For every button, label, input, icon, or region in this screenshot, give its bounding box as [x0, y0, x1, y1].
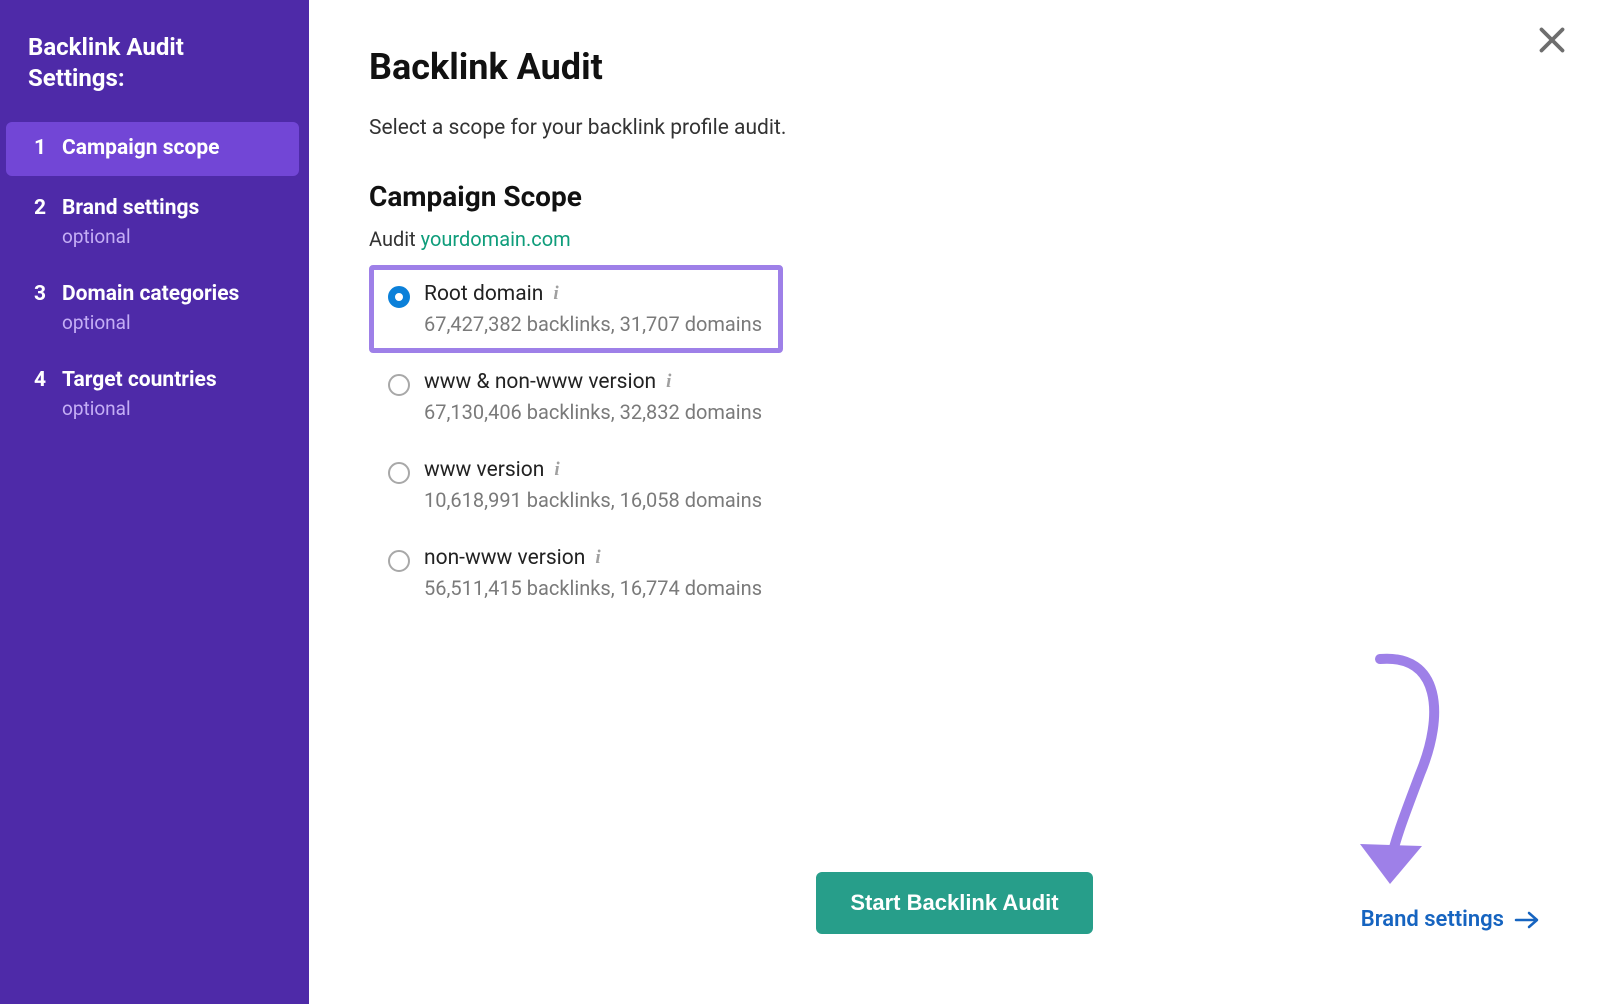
radio-unselected-icon	[388, 462, 410, 484]
scope-option-label: www version	[424, 458, 544, 482]
sidebar-item-campaign-scope[interactable]: 1 Campaign scope	[6, 122, 299, 175]
footer: Start Backlink Audit Brand settings	[369, 872, 1540, 974]
scope-option-stats: 10,618,991 backlinks, 16,058 domains	[424, 488, 762, 512]
page-description: Select a scope for your backlink profile…	[369, 116, 1540, 140]
scope-option-stats: 67,130,406 backlinks, 32,832 domains	[424, 400, 762, 424]
scope-option-label: non-www version	[424, 546, 585, 570]
sidebar-item-num: 1	[34, 136, 48, 161]
radio-selected-icon	[388, 286, 410, 308]
annotation-arrow-icon	[1310, 644, 1470, 904]
next-step-label: Brand settings	[1361, 907, 1504, 932]
scope-option-root-domain[interactable]: Root domain i 67,427,382 backlinks, 31,7…	[369, 265, 783, 353]
sidebar-item-sublabel: optional	[62, 397, 217, 420]
radio-unselected-icon	[388, 374, 410, 396]
audit-prefix: Audit	[369, 227, 421, 251]
section-heading: Campaign Scope	[369, 180, 1540, 213]
scope-option-stats: 67,427,382 backlinks, 31,707 domains	[424, 312, 762, 336]
sidebar-item-num: 2	[34, 196, 48, 221]
arrow-right-icon	[1514, 911, 1540, 929]
info-icon[interactable]: i	[595, 547, 600, 569]
page-title: Backlink Audit	[369, 46, 1540, 88]
close-icon	[1534, 22, 1570, 58]
scope-option-www-nonwww[interactable]: www & non-www version i 67,130,406 backl…	[369, 353, 783, 441]
sidebar-item-brand-settings[interactable]: 2 Brand settings optional	[6, 182, 299, 262]
sidebar-item-label: Domain categories	[62, 282, 239, 307]
sidebar-item-label: Campaign scope	[62, 136, 220, 161]
sidebar-item-num: 3	[34, 282, 48, 307]
sidebar-item-domain-categories[interactable]: 3 Domain categories optional	[6, 268, 299, 348]
scope-options: Root domain i 67,427,382 backlinks, 31,7…	[369, 265, 1540, 617]
scope-option-label: Root domain	[424, 282, 543, 306]
scope-option-label: www & non-www version	[424, 370, 656, 394]
sidebar-item-label: Brand settings	[62, 196, 199, 221]
audit-line: Audit yourdomain.com	[369, 227, 1540, 251]
close-button[interactable]	[1534, 22, 1570, 58]
sidebar-item-label: Target countries	[62, 368, 217, 393]
scope-option-www[interactable]: www version i 10,618,991 backlinks, 16,0…	[369, 441, 783, 529]
info-icon[interactable]: i	[553, 283, 558, 305]
scope-option-stats: 56,511,415 backlinks, 16,774 domains	[424, 576, 762, 600]
sidebar-item-num: 4	[34, 368, 48, 393]
info-icon[interactable]: i	[554, 459, 559, 481]
sidebar: Backlink Audit Settings: 1 Campaign scop…	[0, 0, 309, 1004]
sidebar-item-sublabel: optional	[62, 225, 199, 248]
main-content: Backlink Audit Select a scope for your b…	[309, 0, 1600, 1004]
audit-domain: yourdomain.com	[421, 227, 571, 251]
next-step-link[interactable]: Brand settings	[1361, 907, 1540, 932]
sidebar-item-target-countries[interactable]: 4 Target countries optional	[6, 354, 299, 434]
sidebar-title: Backlink Audit Settings:	[0, 32, 309, 122]
radio-unselected-icon	[388, 550, 410, 572]
sidebar-item-sublabel: optional	[62, 311, 239, 334]
start-audit-button[interactable]: Start Backlink Audit	[816, 872, 1092, 934]
scope-option-nonwww[interactable]: non-www version i 56,511,415 backlinks, …	[369, 529, 783, 617]
info-icon[interactable]: i	[666, 371, 671, 393]
